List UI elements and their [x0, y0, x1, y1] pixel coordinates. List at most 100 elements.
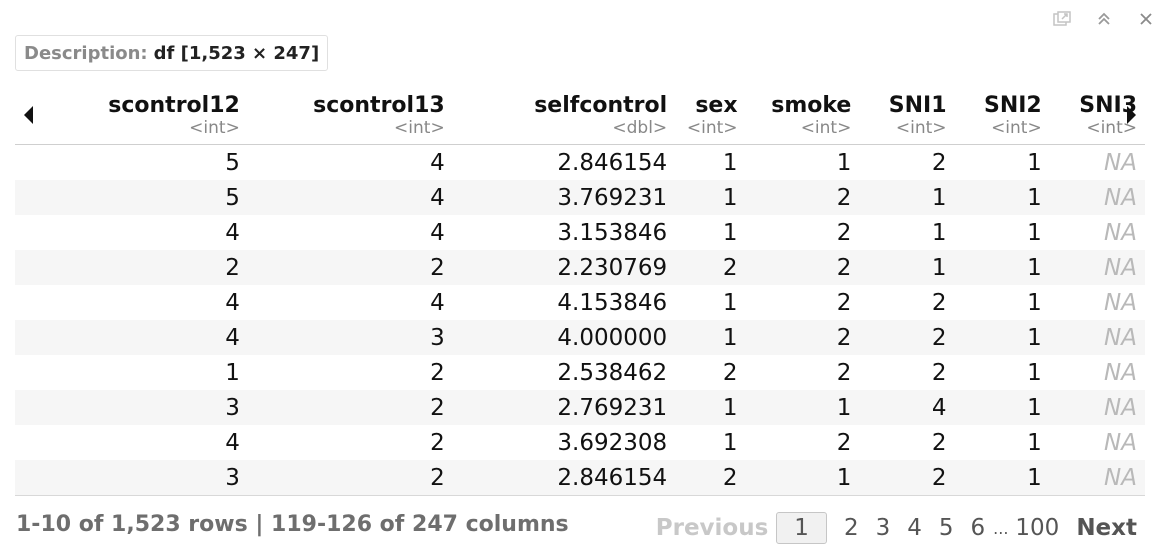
table-cell: 1 [1027, 289, 1042, 316]
table-cell: 4 [225, 429, 240, 456]
table-row: 5 4 3.769231 1 2 1 1 NA [15, 180, 1145, 215]
previous-page-button[interactable]: Previous [656, 515, 769, 541]
popout-icon[interactable] [1051, 8, 1073, 30]
description-label: Description: [24, 42, 148, 64]
column-name: smoke [771, 93, 852, 118]
column-name: selfcontrol [534, 93, 668, 118]
table-cell-na: NA [1049, 460, 1145, 496]
table-row: 2 2 2.230769 2 2 1 1 NA [15, 250, 1145, 285]
table-cell-na: NA [1104, 429, 1137, 456]
column-header-smoke[interactable]: smoke <int> [745, 88, 860, 145]
table-cell: 1 [954, 320, 1050, 355]
next-page-button[interactable]: Next [1076, 515, 1137, 541]
table-cell: 1 [836, 149, 852, 176]
table-cell: 2 [745, 180, 860, 215]
table-cell-na: NA [1104, 289, 1137, 316]
column-type: <int> [686, 118, 738, 138]
column-type: <int> [800, 118, 852, 138]
table-cell: 3 [247, 320, 453, 355]
table-footer: 1-10 of 1,523 rows | 119-126 of 247 colu… [0, 508, 1171, 548]
table-cell: 2.846154 [452, 460, 676, 496]
table-row: 3 2 2.769231 1 1 4 1 NA [15, 390, 1145, 425]
column-type: <dbl> [612, 118, 668, 138]
column-name: SNI3 [1079, 93, 1137, 118]
table-cell-na: NA [1104, 149, 1137, 176]
collapse-icon[interactable] [1093, 8, 1115, 30]
table-cell: 5 [15, 180, 248, 215]
table-cell: 1 [722, 429, 738, 456]
table-cell: 1 [225, 359, 240, 386]
table-row: 4 2 3.692308 1 2 2 1 NA [15, 425, 1145, 460]
page-button-4[interactable]: 4 [907, 515, 922, 541]
table-cell: 2 [859, 460, 955, 496]
table-cell: 2 [247, 460, 453, 496]
table-row: 4 3 4.000000 1 2 2 1 NA [15, 320, 1145, 355]
column-header-scontrol12[interactable]: scontrol12 <int> [15, 88, 248, 145]
column-header-sni1[interactable]: SNI1 <int> [859, 88, 955, 145]
column-header-sni2[interactable]: SNI2 <int> [954, 88, 1050, 145]
column-type: <int> [1086, 118, 1137, 138]
table-cell: 1 [954, 460, 1050, 496]
page-button-1[interactable]: 1 [776, 512, 827, 544]
column-header-selfcontrol[interactable]: selfcontrol <dbl> [452, 88, 676, 145]
table-cell: 1 [954, 250, 1050, 285]
table-cell: 1 [675, 390, 746, 425]
table-cell: 2.769231 [452, 390, 676, 425]
table-cell: 4 [247, 180, 453, 215]
table-cell: 1 [1027, 359, 1042, 386]
table-row: 1 2 2.538462 2 2 2 1 NA [15, 355, 1145, 390]
rows-columns-info: 1-10 of 1,523 rows | 119-126 of 247 colu… [16, 512, 569, 537]
description-value: df [1,523 × 247] [153, 42, 320, 64]
column-name: SNI1 [888, 93, 947, 118]
table-cell: 2 [836, 289, 852, 316]
table-cell-na: NA [1104, 359, 1137, 386]
table-cell: 2 [931, 429, 947, 456]
page-button-3[interactable]: 3 [876, 515, 891, 541]
page-button-last[interactable]: 100 [1015, 515, 1059, 541]
table-cell: 2 [836, 359, 852, 386]
table-cell: 1 [722, 219, 738, 246]
table-cell: 2.230769 [452, 250, 676, 285]
table-cell: 2 [675, 250, 746, 285]
table-cell: 2.538462 [557, 359, 668, 386]
column-name: SNI2 [983, 93, 1042, 118]
close-icon[interactable] [1135, 8, 1157, 30]
page-button-5[interactable]: 5 [939, 515, 954, 541]
page-button-6[interactable]: 6 [971, 515, 986, 541]
table-cell: 2 [745, 250, 860, 285]
column-header-sni3[interactable]: SNI3 <int> [1049, 88, 1145, 145]
table-cell: 1 [722, 149, 738, 176]
column-name: sex [695, 93, 738, 118]
table-cell: 3 [15, 390, 248, 425]
column-type: <int> [895, 118, 947, 138]
data-table: scontrol12 <int> scontrol13 <int> selfco… [15, 88, 1145, 496]
table-cell: 2 [430, 359, 445, 386]
table-cell: 2 [745, 320, 860, 355]
table-cell: 4.153846 [557, 289, 668, 316]
table-cell-na: NA [1049, 180, 1145, 215]
table-cell: 2 [931, 149, 947, 176]
column-header-scontrol13[interactable]: scontrol13 <int> [247, 88, 453, 145]
table-cell: 2 [247, 390, 453, 425]
table-cell: 1 [722, 289, 738, 316]
table-cell: 1 [1027, 149, 1042, 176]
column-header-sex[interactable]: sex <int> [675, 88, 746, 145]
table-cell: 2 [722, 359, 738, 386]
table-cell: 1 [745, 390, 860, 425]
column-type: <int> [991, 118, 1042, 138]
table-cell: 1 [745, 460, 860, 496]
table-cell: 2 [836, 429, 852, 456]
table-cell: 2 [15, 250, 248, 285]
table-cell: 4 [859, 390, 955, 425]
table-cell-na: NA [1104, 219, 1137, 246]
table-cell: 1 [859, 250, 955, 285]
table-cell: 1 [931, 219, 947, 246]
table-cell: 2 [675, 460, 746, 496]
table-cell: 1 [1027, 219, 1042, 246]
table-cell: 3.769231 [452, 180, 676, 215]
table-cell: 4.000000 [452, 320, 676, 355]
table-row: 4 4 3.153846 1 2 1 1 NA [15, 215, 1145, 250]
page-button-2[interactable]: 2 [844, 515, 859, 541]
table-cell: 2 [859, 320, 955, 355]
table-cell-na: NA [1049, 320, 1145, 355]
